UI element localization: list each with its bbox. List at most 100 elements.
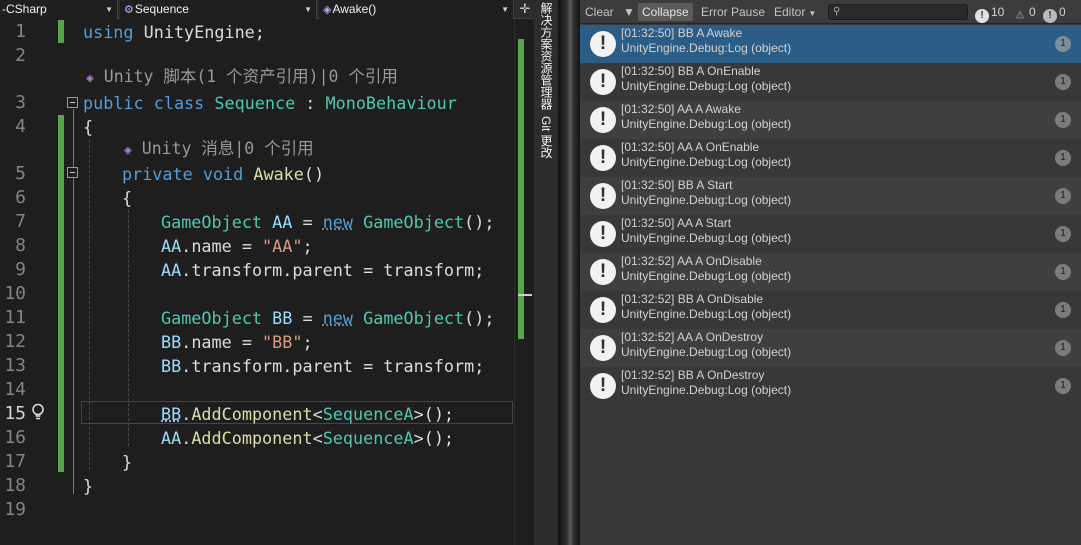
chevron-down-icon: ▼ (105, 5, 113, 14)
code-line-5[interactable]: private void Awake() (122, 162, 324, 186)
log-entry[interactable]: ! [01:32:52] BB A OnDestroy UnityEngine.De… (580, 367, 1081, 405)
info-count-toggle[interactable]: ! 10 (975, 3, 1004, 23)
code-line-17[interactable]: } (122, 450, 132, 474)
code-line-11[interactable]: GameObject BB = new GameObject(); (161, 306, 494, 330)
console-toolbar: Clear ▼ Collapse Error Pause Editor ▼ ⚲ !… (580, 0, 1081, 24)
method-name: AddComponent (191, 404, 313, 424)
line-number: 17 (4, 451, 26, 472)
collapse-count-badge: 1 (1055, 378, 1071, 394)
search-box[interactable]: ⚲ (828, 4, 968, 20)
collapse-toggle-icon[interactable] (67, 97, 78, 108)
search-icon: ⚲ (833, 6, 841, 17)
code-line-9[interactable]: AA.transform.parent = transform; (161, 258, 484, 282)
info-message-icon: ! (590, 373, 616, 399)
warning-count: 0 (1029, 5, 1036, 19)
member-label: Awake() (332, 2, 377, 16)
error-count-toggle[interactable]: ! 0 (1043, 3, 1066, 23)
panel-splitter[interactable] (558, 0, 580, 545)
code-line-13[interactable]: BB.transform.parent = transform; (161, 354, 484, 378)
line-number: 2 (15, 45, 26, 66)
code-line-18[interactable]: } (83, 474, 93, 498)
info-message-icon: ! (590, 297, 616, 323)
code-line-12[interactable]: BB.name = "BB"; (161, 330, 313, 354)
code-line-3[interactable]: public class Sequence : MonoBehaviour (83, 91, 457, 115)
variable: AA (161, 428, 182, 448)
line-number: 6 (15, 187, 26, 208)
method-name: AddComponent (191, 428, 313, 448)
type-name: GameObject (363, 308, 465, 328)
side-tool-tabs: 解决方案资源管理器 Git 更改 (534, 0, 558, 545)
code-text: ; (302, 236, 313, 256)
split-editor-icon[interactable]: ✛ (518, 0, 532, 19)
keyword: void (202, 164, 244, 184)
log-message: [01:32:52] AA A OnDestroy (621, 330, 764, 344)
variable: BB (161, 332, 182, 352)
code-line-16[interactable]: AA.AddComponent<SequenceA>(); (161, 426, 454, 450)
clear-options-dropdown[interactable]: ▼ (620, 3, 638, 21)
log-source: UnityEngine.Debug:Log (object) (621, 193, 792, 207)
line-number-current: 15 (4, 403, 26, 424)
line-number: 10 (4, 283, 26, 304)
code-text: = (292, 212, 323, 232)
type-name: GameObject (161, 308, 263, 328)
code-line-8[interactable]: AA.name = "AA"; (161, 234, 313, 258)
log-entry[interactable]: ! [01:32:52] BB A OnDisable UnityEngine.De… (580, 291, 1081, 329)
editor-dropdown-label: Editor (774, 5, 806, 19)
code-line-4[interactable]: { (83, 115, 93, 139)
code-line-1[interactable]: using UnityEngine; (83, 20, 265, 44)
class-dropdown[interactable]: ⚙Sequence ▼ (120, 0, 317, 19)
log-entry[interactable]: ! [01:32:50] BB A Start UnityEngine.Debug:… (580, 177, 1081, 215)
info-message-icon: ! (590, 107, 616, 133)
error-pause-toggle[interactable]: Error Pause (697, 3, 769, 21)
line-number: 11 (4, 307, 26, 328)
line-number: 16 (4, 427, 26, 448)
member-dropdown[interactable]: ◈Awake() ▼ (319, 0, 514, 19)
collapse-toggle-icon[interactable] (67, 167, 78, 178)
line-number: 9 (15, 259, 26, 280)
unity-cube-icon: ◈ (124, 143, 132, 158)
code-text: : (295, 93, 326, 113)
type-name: GameObject (161, 212, 263, 232)
editor-dropdown[interactable]: Editor ▼ (770, 3, 820, 21)
log-entry[interactable]: ! [01:32:52] AA A OnDestroy UnityEngine.De… (580, 329, 1081, 367)
log-entry[interactable]: ! [01:32:50] AA A OnEnable UnityEngine.Deb… (580, 139, 1081, 177)
variable: BB (161, 404, 182, 424)
search-input[interactable] (845, 6, 965, 18)
log-entry[interactable]: ! [01:32:50] AA A Start UnityEngine.Debug:… (580, 215, 1081, 253)
code-line-7[interactable]: GameObject AA = new GameObject(); (161, 210, 494, 234)
scrollbar-caret-marker (518, 294, 532, 296)
collapse-toggle[interactable]: Collapse (638, 3, 693, 21)
project-dropdown[interactable]: -CSharp ▼ (0, 0, 118, 19)
code-line-15[interactable]: BB.AddComponent<SequenceA>(); (161, 402, 454, 426)
keyword: private (122, 164, 193, 184)
warning-count-toggle[interactable]: ⚠ 0 (1013, 3, 1036, 21)
log-entry[interactable]: ! [01:32:50] BB A Awake UnityEngine.Debug:… (580, 25, 1081, 63)
code-text: .transform.parent = transform; (181, 356, 485, 376)
log-entry[interactable]: ! [01:32:50] BB A OnEnable UnityEngine.Deb… (580, 63, 1081, 101)
lightbulb-icon[interactable] (30, 403, 46, 423)
code-text: .name = (181, 332, 263, 352)
type-name: SequenceA (322, 404, 414, 424)
log-message: [01:32:50] AA A OnEnable (621, 140, 760, 154)
line-number: 8 (15, 235, 26, 256)
log-source: UnityEngine.Debug:Log (object) (621, 79, 792, 93)
codelens-method-hint[interactable]: ◈ Unity 消息|0 个引用 (124, 137, 314, 163)
editor-vertical-scrollbar[interactable] (514, 19, 534, 545)
log-source: UnityEngine.Debug:Log (object) (621, 155, 792, 169)
tab-solution-explorer[interactable]: 解决方案资源管理器 (537, 2, 555, 110)
log-source: UnityEngine.Debug:Log (object) (621, 269, 792, 283)
code-editor[interactable]: -CSharp ▼ ⚙Sequence ▼ ◈Awake() ▼ ✛ 1 2 3… (0, 0, 534, 545)
tab-git-changes[interactable]: Git 更改 (537, 116, 555, 159)
code-text: UnityEngine; (133, 22, 265, 42)
log-message: [01:32:52] AA A OnDisable (621, 254, 762, 268)
clear-button[interactable]: Clear (581, 3, 618, 21)
codelens-class-hint[interactable]: ◈ Unity 脚本(1 个资产引用)|0 个引用 (86, 65, 398, 91)
change-marker (58, 115, 64, 472)
code-text: = (292, 308, 323, 328)
log-entry[interactable]: ! [01:32:52] AA A OnDisable UnityEngine.De… (580, 253, 1081, 291)
code-line-6[interactable]: { (122, 186, 132, 210)
code-text: >(); (413, 428, 455, 448)
log-entry[interactable]: ! [01:32:50] AA A Awake UnityEngine.Debug:… (580, 101, 1081, 139)
class-label: Sequence (134, 2, 189, 16)
code-text: } (122, 452, 133, 472)
